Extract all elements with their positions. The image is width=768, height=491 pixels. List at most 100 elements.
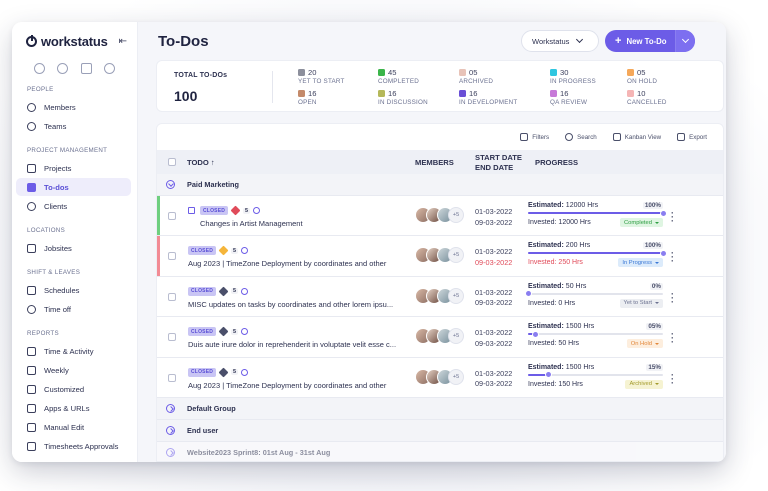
progress-knob[interactable]	[531, 330, 539, 338]
start-date: 01-03-2022	[475, 247, 513, 257]
chevron-right-icon[interactable]	[166, 447, 175, 457]
select-all-checkbox[interactable]	[168, 158, 176, 166]
task-badges: CLOSED 5	[200, 205, 261, 216]
table-row[interactable]: CLOSED 5 Aug 2023 | TimeZone Deployment by…	[157, 357, 723, 398]
status-dropdown[interactable]: Archived	[625, 379, 663, 389]
task-title[interactable]: Aug 2023 | TimeZone Deployment by coordi…	[188, 259, 386, 268]
sidebar-item-timesheets-approvals[interactable]: Timesheets Approvals	[16, 437, 131, 455]
priority-icon	[218, 245, 229, 256]
sidebar-item-customized[interactable]: Customized	[16, 380, 131, 398]
chevron-right-icon[interactable]	[166, 403, 175, 413]
new-todo-button[interactable]: + New To-Do	[605, 30, 695, 52]
sidebar-nav: PEOPLE Members Teams PROJECT MANAGEMENT Proj…	[12, 86, 137, 455]
status-dropdown[interactable]: On Hold	[626, 339, 663, 349]
sidebar-item-manual-edit[interactable]: Manual Edit	[16, 418, 131, 436]
more-members-badge[interactable]: +5	[448, 328, 464, 345]
filters-button[interactable]: Filters	[520, 133, 549, 141]
stat-yet-to-start: 20 YET TO START	[298, 68, 345, 85]
row-checkbox[interactable]	[168, 292, 176, 301]
more-members-badge[interactable]: +5	[448, 287, 464, 304]
collapse-sidebar-icon[interactable]: ⇤	[119, 36, 127, 47]
progress-fill	[528, 252, 663, 255]
task-title[interactable]: Duis aute irure dolor in reprehenderit i…	[188, 340, 396, 349]
person-icon	[27, 102, 36, 112]
task-title[interactable]: MISC updates on tasks by coordinates and…	[188, 300, 393, 309]
task-progress: Estimated: 1500 Hrs 05% Invested: 50 Hrs On H…	[528, 323, 663, 349]
status-dropdown[interactable]: Completed	[619, 218, 663, 227]
table-row[interactable]: CLOSED 5 Duis aute irure dolor in reprehen…	[157, 317, 723, 358]
estimated-label: Estimated:	[528, 323, 564, 331]
row-checkbox[interactable]	[168, 212, 176, 220]
status-dropdown[interactable]: Yet to Start	[619, 298, 663, 308]
calendar-quick-icon[interactable]	[80, 63, 92, 74]
chevron-right-icon[interactable]	[166, 425, 175, 435]
table-row[interactable]: CLOSED 5 Aug 2023 | TimeZone Deployment by…	[157, 236, 723, 277]
row-checkbox[interactable]	[168, 252, 176, 261]
export-button[interactable]: Export	[677, 133, 707, 141]
sidebar-item-to-dos[interactable]: To-dos	[16, 178, 131, 196]
row-checkbox[interactable]	[168, 373, 176, 382]
group-row[interactable]: Paid Marketing	[157, 174, 723, 196]
stat-value-row: 16	[378, 89, 428, 98]
progress-knob[interactable]	[525, 290, 532, 298]
level-icon	[241, 368, 249, 376]
notification-icon[interactable]	[103, 63, 115, 74]
stat-value: 05	[469, 68, 478, 77]
table-row[interactable]: CLOSED 5 Changes in Artist Management +5 01-…	[157, 196, 723, 237]
more-members-badge[interactable]: +5	[448, 207, 464, 223]
more-members-badge[interactable]: +5	[448, 247, 464, 264]
more-options-icon[interactable]: · · ·	[671, 370, 674, 387]
more-options-icon[interactable]: · · ·	[671, 330, 674, 347]
sidebar-item-members[interactable]: Members	[16, 98, 131, 116]
end-date: 09-03-2022	[475, 217, 513, 227]
stat-value-row: 05	[459, 68, 493, 77]
row-checkbox[interactable]	[168, 333, 176, 342]
column-todo[interactable]: TODO ↑	[187, 158, 215, 167]
new-todo-dropdown-toggle[interactable]	[675, 30, 695, 52]
chevron-down-icon[interactable]	[166, 180, 175, 189]
member-avatars[interactable]: +5	[415, 328, 464, 345]
workspace-select[interactable]: Workstatus	[521, 30, 599, 52]
forward-icon[interactable]	[57, 63, 69, 74]
search-button[interactable]: Search	[565, 133, 597, 141]
sidebar-item-jobsites[interactable]: Jobsites	[16, 239, 131, 257]
task-progress: Estimated: 12000 Hrs 100% Invested: 12000 Hr…	[528, 202, 667, 227]
member-avatars[interactable]: +5	[415, 207, 464, 223]
progress-knob[interactable]	[545, 371, 553, 379]
stat-label: ON HOLD	[627, 78, 658, 85]
back-icon[interactable]	[34, 63, 46, 74]
task-title[interactable]: Changes in Artist Management	[200, 219, 303, 228]
status-dropdown[interactable]: In Progress	[618, 258, 663, 268]
sidebar-item-projects[interactable]: Projects	[16, 159, 131, 177]
sidebar-item-teams[interactable]: Teams	[16, 117, 131, 135]
invested-value: 12000 Hrs	[558, 219, 591, 226]
member-avatars[interactable]: +5	[415, 247, 464, 264]
more-options-icon[interactable]: · · ·	[671, 249, 674, 266]
stat-qa-review: 16 QA REVIEW	[550, 89, 587, 106]
task-dates: 01-03-2022 09-03-2022	[475, 247, 512, 268]
subtask-icon[interactable]	[188, 207, 195, 214]
kanban-view-button[interactable]: Kanban View	[612, 133, 661, 141]
more-members-badge[interactable]: +5	[448, 368, 464, 385]
group-row[interactable]: Website2023 Sprint8: 01st Aug - 31st Aug	[157, 441, 723, 461]
more-options-icon[interactable]: · · ·	[671, 289, 674, 306]
sidebar-item-schedules[interactable]: Schedules	[16, 281, 131, 299]
sidebar-item-weekly[interactable]: Weekly	[16, 361, 131, 379]
sidebar-item-label: Schedules	[44, 285, 80, 295]
sidebar-item-apps-urls[interactable]: Apps & URLs	[16, 399, 131, 417]
nav-section-heading: SHIFT & LEAVES	[27, 269, 81, 276]
sidebar-item-time-off[interactable]: Time off	[16, 300, 131, 318]
group-row[interactable]: End user	[157, 419, 723, 442]
progress-knob[interactable]	[660, 209, 667, 217]
sidebar-item-clients[interactable]: Clients	[16, 197, 131, 215]
group-row[interactable]: Default Group	[157, 397, 723, 420]
sidebar-item-time-activity[interactable]: Time & Activity	[16, 342, 131, 360]
end-date: 09-03-2022	[475, 298, 513, 308]
more-options-icon[interactable]: · · ·	[671, 209, 674, 226]
member-avatars[interactable]: +5	[415, 287, 464, 304]
member-avatars[interactable]: +5	[415, 368, 464, 385]
task-title[interactable]: Aug 2023 | TimeZone Deployment by coordi…	[188, 381, 386, 390]
progress-knob[interactable]	[660, 249, 667, 257]
table-row[interactable]: CLOSED 5 MISC updates on tasks by coordina…	[157, 276, 723, 318]
stat-label: CANCELLED	[627, 99, 667, 106]
